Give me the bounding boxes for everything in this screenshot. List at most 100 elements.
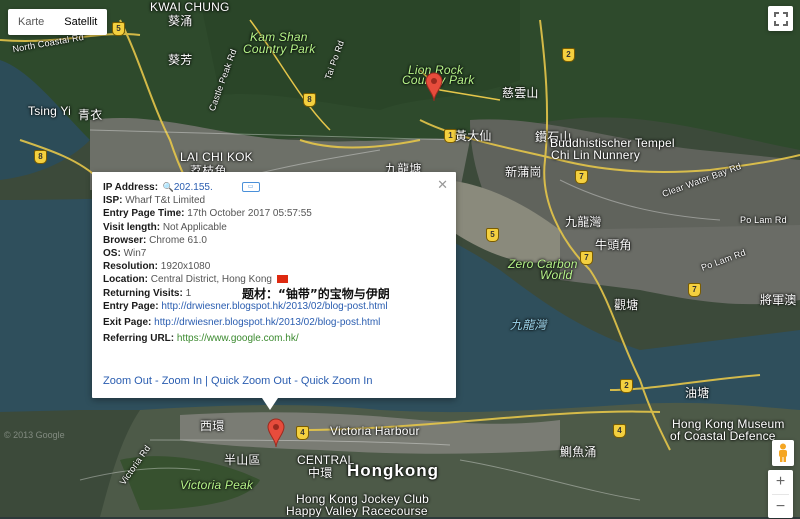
fullscreen-button[interactable] (768, 6, 793, 31)
zoom-out-link[interactable]: Zoom Out (103, 375, 152, 387)
map-label-zero-carbon-world: World (540, 268, 573, 282)
map-label-tseung-kwan-o: 將軍澳 (760, 293, 797, 307)
entry-time-value: 17th October 2017 05:57:55 (187, 208, 312, 220)
map-label-kowloon-bay: 九龍灣 (565, 215, 602, 229)
route-shield: 4 (296, 426, 309, 440)
overlay-title: 题材：“铀带”的宝物与伊朗 (242, 287, 390, 301)
os-value: Win7 (123, 248, 147, 260)
exit-page-label: Exit Page: (103, 317, 152, 329)
map-label-tsz-wan-shan: 慈雲山 (502, 86, 539, 100)
route-shield: 5 (112, 22, 125, 36)
map-label-kwai-chung-cn: 葵涌 (168, 14, 193, 28)
isp-value: Wharf T&t Limited (125, 195, 206, 207)
route-shield: 7 (575, 170, 588, 184)
route-shield: 4 (613, 424, 626, 438)
link-separator: - (154, 375, 159, 387)
visit-length-label: Visit length: (103, 221, 161, 233)
isp-label: ISP: (103, 195, 123, 207)
map-label-po-lam: Po Lam Rd (740, 215, 787, 225)
hong-kong-flag-icon (276, 275, 288, 284)
street-view-pegman-button[interactable] (772, 440, 794, 466)
referring-row: Referring URL: https://www.google.com.hk… (103, 332, 388, 345)
entry-time-label: Entry Page Time: (103, 208, 185, 220)
route-shield: 7 (688, 283, 701, 297)
quick-zoom-in-link[interactable]: Quick Zoom In (301, 375, 373, 387)
map-label-wong-tai-sin: 黃大仙 (455, 129, 492, 143)
os-row: OS: Win7 (103, 247, 388, 260)
map-label-yau-tong: 油塘 (685, 386, 710, 400)
link-separator: | (205, 375, 208, 387)
visit-length-value: Not Applicable (162, 221, 227, 233)
location-marker-lion-rock[interactable] (424, 72, 444, 102)
zoom-links: Zoom Out - Zoom In | Quick Zoom Out - Qu… (103, 375, 372, 387)
location-label: Location: (103, 274, 148, 286)
referring-link[interactable]: https://www.google.com.hk/ (177, 333, 299, 344)
resolution-value: 1920x1080 (160, 261, 211, 273)
map-pin-icon (425, 72, 443, 102)
map-label-kam-shan-park: Country Park (243, 42, 316, 56)
returning-label: Returning Visits: (103, 287, 183, 299)
map-label-kwun-tong: 觀塘 (614, 298, 639, 312)
map-label-hongkong: Hongkong (347, 461, 440, 480)
visitor-details: IP Address: 🔍202.155. ▭ ISP: Wharf T&t L… (103, 181, 388, 345)
resolution-row: Resolution: 1920x1080 (103, 260, 388, 273)
browser-row: Browser: Chrome 61.0 (103, 234, 388, 247)
os-label: OS: (103, 248, 121, 260)
isp-row: ISP: Wharf T&t Limited (103, 194, 388, 207)
map-copyright: © 2013 Google (4, 430, 65, 440)
browser-value: Chrome 61.0 (149, 234, 207, 246)
map-type-control: Karte Satellit (8, 9, 108, 35)
exit-page-row: Exit Page: http://drwiesner.blogspot.hk/… (103, 316, 388, 329)
map-label-coastal-defence: of Coastal Defence (670, 429, 776, 443)
map-label-kwai-fong: 葵芳 (168, 53, 193, 67)
route-shield: 7 (580, 251, 593, 265)
route-shield: 8 (303, 93, 316, 107)
close-icon[interactable]: ✕ (437, 177, 448, 193)
route-shield: 5 (486, 228, 499, 242)
route-shield: 8 (34, 150, 47, 164)
map-label-central-cn: 中環 (308, 466, 333, 480)
zoom-in-button[interactable]: + (768, 470, 793, 494)
map-label-aldrich: 鰂魚涌 (560, 445, 597, 459)
referring-label: Referring URL: (103, 333, 175, 345)
map-label-san-po-kong: 新蒲崗 (505, 165, 542, 179)
id-card-icon[interactable]: ▭ (241, 182, 260, 193)
map-label-tsing-yi-cn: 青衣 (78, 108, 103, 122)
browser-label: Browser: (103, 234, 147, 246)
map-label-victoria-peak: Victoria Peak (180, 478, 254, 492)
map-label-victoria-harbour: Victoria Harbour (330, 424, 420, 438)
map-label-ngau-tau-kok: 牛頭角 (595, 238, 632, 252)
ip-value[interactable]: 202.155. (174, 182, 213, 193)
route-shield: 2 (620, 379, 633, 393)
map-label-mid-levels: 半山區 (224, 453, 261, 467)
entry-page-link[interactable]: http://drwiesner.blogspot.hk/2013/02/blo… (161, 301, 387, 312)
fullscreen-icon (773, 11, 788, 26)
entry-page-label: Entry Page: (103, 300, 159, 312)
map-type-map-button[interactable]: Karte (8, 9, 54, 35)
zoom-out-button[interactable]: − (768, 495, 793, 519)
map-label-kowloon-bay-water: 九龍灣 (510, 318, 547, 332)
visitor-info-window: ✕ IP Address: 🔍202.155. ▭ ISP: Wharf T&t… (92, 172, 456, 410)
location-value: Central District, Hong Kong (150, 274, 272, 286)
location-marker-central[interactable] (266, 418, 286, 448)
visit-length-row: Visit length: Not Applicable (103, 221, 388, 234)
magnifier-icon[interactable]: 🔍 (163, 181, 174, 192)
resolution-label: Resolution: (103, 261, 158, 273)
ip-label: IP Address: (103, 182, 159, 193)
map-pin-icon (267, 418, 285, 448)
map-label-happy-valley: Happy Valley Racecourse (286, 504, 428, 517)
exit-page-link[interactable]: http://drwiesner.blogspot.hk/2013/02/blo… (154, 317, 380, 328)
link-separator: - (294, 375, 298, 387)
map-type-satellite-button[interactable]: Satellit (54, 9, 107, 35)
ip-row: IP Address: 🔍202.155. ▭ (103, 181, 388, 194)
zoom-in-link[interactable]: Zoom In (162, 375, 202, 387)
map-label-tsing-yi: Tsing Yi (28, 104, 71, 118)
returning-value: 1 (185, 287, 192, 299)
map-label-chi-lin-nunnery: Chi Lin Nunnery (551, 148, 641, 162)
pegman-icon (779, 443, 787, 462)
route-shield: 2 (562, 48, 575, 62)
entry-time-row: Entry Page Time: 17th October 2017 05:57… (103, 207, 388, 220)
quick-zoom-out-link[interactable]: Quick Zoom Out (211, 375, 291, 387)
zoom-control: + − (768, 470, 793, 518)
map-label-sai-ying-pun: 西環 (200, 419, 225, 433)
